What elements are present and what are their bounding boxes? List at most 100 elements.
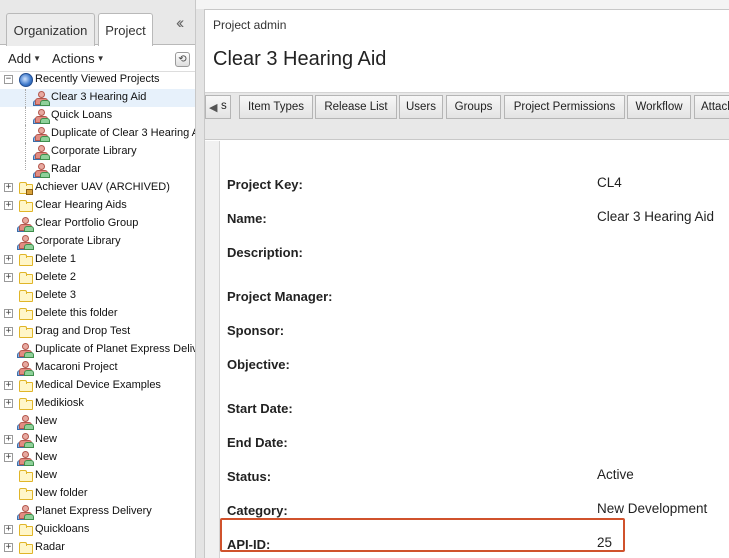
tree-item-label: Delete 1	[35, 253, 76, 265]
add-menu-button[interactable]: Add ▼	[8, 51, 41, 66]
tree-item[interactable]: Duplicate of Planet Express Delivery	[0, 341, 195, 359]
expand-icon[interactable]: +	[4, 201, 13, 210]
tree-item[interactable]: + Drag and Drop Test	[0, 323, 195, 341]
tree-item[interactable]: Planet Express Delivery	[0, 503, 195, 521]
expand-icon[interactable]: +	[4, 381, 13, 390]
tree-item-label: Macaroni Project	[35, 361, 118, 373]
tree-item[interactable]: + Delete 2	[0, 269, 195, 287]
project-icon	[33, 162, 50, 178]
field-label-category: Category:	[227, 503, 288, 518]
folder-icon	[18, 396, 34, 412]
project-icon	[33, 108, 50, 124]
expand-icon[interactable]: +	[4, 543, 13, 552]
tab-scroll-left-button[interactable]: ◀ s	[205, 95, 231, 119]
refresh-icon[interactable]: ⟲	[175, 52, 190, 67]
tab-project[interactable]: Project	[98, 13, 153, 46]
expand-icon[interactable]: +	[4, 183, 13, 192]
project-icon	[17, 414, 34, 430]
caret-down-icon: ▼	[33, 54, 42, 63]
tree-item-label: Drag and Drop Test	[35, 325, 131, 337]
field-label-sponsor: Sponsor:	[227, 323, 285, 338]
folder-icon	[18, 540, 34, 556]
tab-release-list[interactable]: Release List	[315, 95, 397, 119]
tree-item[interactable]: Quick Loans	[0, 107, 195, 125]
expand-icon[interactable]: +	[4, 273, 13, 282]
tree-item[interactable]: + Medical Device Examples	[0, 377, 195, 395]
project-tree: − Recently Viewed Projects Clear 3 Hearing…	[0, 71, 196, 557]
tree-item-label: New	[35, 469, 58, 481]
field-label-project-manager: Project Manager:	[227, 289, 333, 304]
tree-item-label: Clear Portfolio Group	[35, 217, 139, 229]
tree-item[interactable]: + Quickloans	[0, 521, 195, 539]
tree-toolbar: Add ▼ Actions ▼ ⟲	[0, 46, 195, 72]
folder-icon	[18, 324, 34, 340]
expand-icon[interactable]: +	[4, 309, 13, 318]
project-icon	[17, 450, 34, 466]
tree-item[interactable]: − Recently Viewed Projects	[0, 71, 195, 89]
tree-item-label: Quickloans	[35, 523, 90, 535]
tab-users[interactable]: Users	[399, 95, 443, 119]
breadcrumb: Project admin	[213, 18, 287, 32]
tree-item[interactable]: New	[0, 467, 195, 485]
tree-item[interactable]: Delete 3	[0, 287, 195, 305]
field-label-description: Description:	[227, 245, 303, 260]
api-id-highlight-box	[220, 518, 625, 552]
tree-item-label: Quick Loans	[51, 109, 113, 121]
folder-icon	[18, 252, 34, 268]
tab-organization[interactable]: Organization	[6, 13, 95, 46]
expand-icon[interactable]: +	[4, 327, 13, 336]
tree-item[interactable]: Corporate Library	[0, 143, 195, 161]
tree-item[interactable]: + New	[0, 431, 195, 449]
tree-item[interactable]: + New	[0, 449, 195, 467]
tree-item[interactable]: + Clear Hearing Aids	[0, 197, 195, 215]
tree-item[interactable]: + Achiever UAV (ARCHIVED)	[0, 179, 195, 197]
tree-item[interactable]: + Radar	[0, 539, 195, 557]
project-icon	[17, 504, 34, 520]
field-label-name: Name:	[227, 211, 267, 226]
collapse-panel-icon[interactable]: ‹‹	[176, 14, 185, 31]
folder-icon	[18, 486, 34, 502]
tree-item[interactable]: New folder	[0, 485, 195, 503]
tree-item[interactable]: Macaroni Project	[0, 359, 195, 377]
tree-item[interactable]: Radar	[0, 161, 195, 179]
tree-item[interactable]: + Delete this folder	[0, 305, 195, 323]
archived-folder-icon	[18, 180, 34, 196]
tab-item-types[interactable]: Item Types	[239, 95, 313, 119]
left-panel: Organization Project ‹‹ Add ▼ Actions ▼ ⟲ …	[0, 0, 196, 558]
tree-item[interactable]: Clear Portfolio Group	[0, 215, 195, 233]
tree-item-label: Duplicate of Clear 3 Hearing Aid	[51, 127, 196, 139]
project-icon	[17, 432, 34, 448]
tree-item[interactable]: + Medikiosk	[0, 395, 195, 413]
folder-icon	[18, 270, 34, 286]
tree-item[interactable]: New	[0, 413, 195, 431]
expand-icon[interactable]: +	[4, 453, 13, 462]
tree-item[interactable]: Corporate Library	[0, 233, 195, 251]
collapse-icon[interactable]: −	[4, 75, 13, 84]
folder-icon	[18, 198, 34, 214]
tree-connector	[25, 107, 26, 125]
expand-icon[interactable]: +	[4, 435, 13, 444]
tree-item[interactable]: + Delete 1	[0, 251, 195, 269]
tree-item-label: New	[35, 415, 58, 427]
field-label-objective: Objective:	[227, 357, 290, 372]
tree-item-label: Corporate Library	[35, 235, 121, 247]
actions-menu-button[interactable]: Actions ▼	[52, 51, 105, 66]
tree-item[interactable]: Clear 3 Hearing Aid	[0, 89, 195, 107]
expand-icon[interactable]: +	[4, 399, 13, 408]
field-value-status: Active	[597, 467, 634, 482]
folder-icon	[18, 522, 34, 538]
tab-project-permissions[interactable]: Project Permissions	[504, 95, 625, 119]
tree-item-label: New folder	[35, 487, 88, 499]
tree-item-label: Recently Viewed Projects	[35, 73, 160, 85]
tab-attachments[interactable]: Attach	[694, 95, 729, 119]
tree-item-label: Planet Express Delivery	[35, 505, 152, 517]
project-icon	[33, 126, 50, 142]
tab-workflow[interactable]: Workflow	[627, 95, 691, 119]
page-title: Clear 3 Hearing Aid	[213, 48, 387, 70]
folder-icon	[18, 378, 34, 394]
caret-down-icon: ▼	[96, 54, 105, 63]
expand-icon[interactable]: +	[4, 255, 13, 264]
tab-groups[interactable]: Groups	[446, 95, 501, 119]
tree-item[interactable]: Duplicate of Clear 3 Hearing Aid	[0, 125, 196, 143]
expand-icon[interactable]: +	[4, 525, 13, 534]
